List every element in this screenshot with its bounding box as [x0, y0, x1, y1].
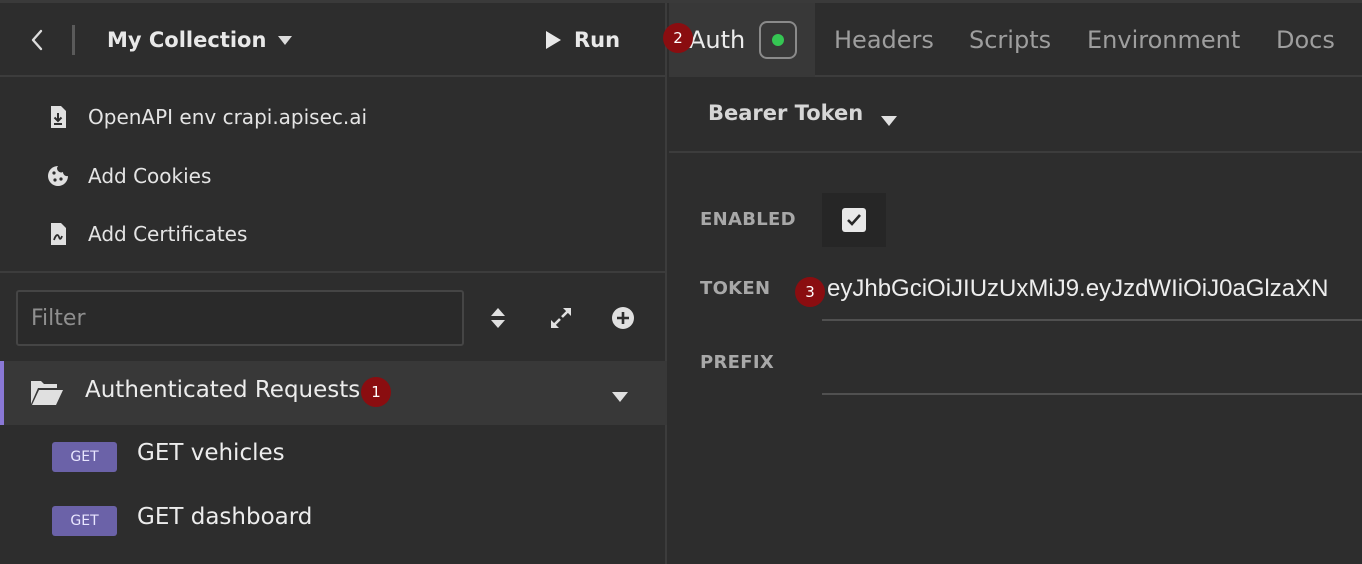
file-import-icon: [46, 105, 70, 129]
folder-label: Authenticated Requests: [85, 377, 361, 403]
caret-down-icon[interactable]: [612, 387, 628, 406]
token-label: TOKEN: [700, 278, 771, 299]
sidebar-header: My Collection Run: [0, 3, 667, 77]
request-label: GET dashboard: [137, 504, 313, 530]
expand-button[interactable]: [545, 302, 577, 334]
add-button[interactable]: [607, 302, 639, 334]
tab-headers[interactable]: Headers: [834, 3, 934, 77]
method-badge: GET: [52, 506, 117, 536]
meta-item-label: OpenAPI env crapi.apisec.ai: [88, 105, 368, 129]
meta-item-add-cookies[interactable]: Add Cookies: [46, 158, 211, 194]
tab-environment[interactable]: Environment: [1087, 3, 1240, 77]
tab-scripts[interactable]: Scripts: [969, 3, 1051, 77]
prefix-underline: [822, 393, 1362, 395]
meta-item-openapi-env[interactable]: OpenAPI env crapi.apisec.ai: [46, 99, 367, 135]
annotation-badge: 1: [361, 377, 391, 407]
plus-circle-icon: [612, 307, 634, 329]
token-input[interactable]: eyJhbGciOiJIUzUxMiJ9.eyJzdWIiOiJ0aGlzaXN: [827, 275, 1362, 303]
enabled-checkbox[interactable]: [822, 193, 886, 247]
auth-panel: Auth 2 Headers Scripts Environment Docs …: [663, 3, 1362, 564]
back-button[interactable]: [22, 23, 52, 57]
folder-authenticated-requests[interactable]: Authenticated Requests 1: [0, 361, 667, 425]
run-button[interactable]: Run: [545, 23, 620, 57]
caret-down-icon: [881, 111, 897, 130]
tab-docs[interactable]: Docs: [1276, 3, 1335, 77]
collection-meta-list: OpenAPI env crapi.apisec.ai Add Cookies: [0, 79, 667, 273]
tab-bar: Auth 2 Headers Scripts Environment Docs: [663, 3, 1362, 77]
tab-label: Headers: [834, 26, 934, 54]
tab-label: Scripts: [969, 26, 1052, 54]
collection-dropdown[interactable]: My Collection: [107, 23, 293, 57]
play-icon: [546, 31, 561, 49]
collection-name: My Collection: [107, 28, 267, 52]
tab-label: Docs: [1276, 26, 1335, 54]
expand-icon: [551, 308, 571, 328]
sort-icon: [491, 308, 505, 328]
request-row[interactable]: GET GET dashboard: [0, 491, 667, 553]
prefix-label: PREFIX: [700, 352, 775, 373]
certificate-icon: [46, 222, 70, 246]
status-dot-icon: [772, 34, 785, 46]
folder-open-icon: [30, 378, 64, 410]
tab-label: Environment: [1087, 26, 1241, 54]
token-underline: [822, 319, 1362, 321]
request-row[interactable]: GET GET vehicles: [0, 427, 667, 489]
enabled-label: ENABLED: [700, 209, 796, 230]
sort-button[interactable]: [482, 302, 514, 334]
auth-type-dropdown[interactable]: Bearer Token: [669, 79, 1362, 153]
auth-status-indicator: [759, 21, 798, 59]
sidebar: My Collection Run OpenAPI env crapi.apis…: [0, 3, 667, 564]
annotation-badge: 2: [663, 23, 693, 53]
meta-item-label: Add Cookies: [88, 164, 212, 188]
meta-item-add-certificates[interactable]: Add Certificates: [46, 216, 247, 252]
method-badge: GET: [52, 442, 117, 472]
auth-type-label: Bearer Token: [708, 101, 864, 125]
tab-label: Auth: [689, 26, 746, 54]
filter-row: [0, 275, 667, 361]
annotation-badge: 3: [795, 277, 825, 307]
filter-input[interactable]: [16, 290, 464, 346]
chevron-left-icon: [31, 29, 43, 51]
header-divider: [72, 25, 75, 55]
checkmark-icon: [842, 208, 866, 232]
caret-down-icon: [278, 35, 293, 45]
meta-item-label: Add Certificates: [88, 222, 248, 246]
run-label: Run: [574, 28, 621, 52]
request-label: GET vehicles: [137, 440, 285, 466]
cookie-icon: [46, 165, 70, 187]
